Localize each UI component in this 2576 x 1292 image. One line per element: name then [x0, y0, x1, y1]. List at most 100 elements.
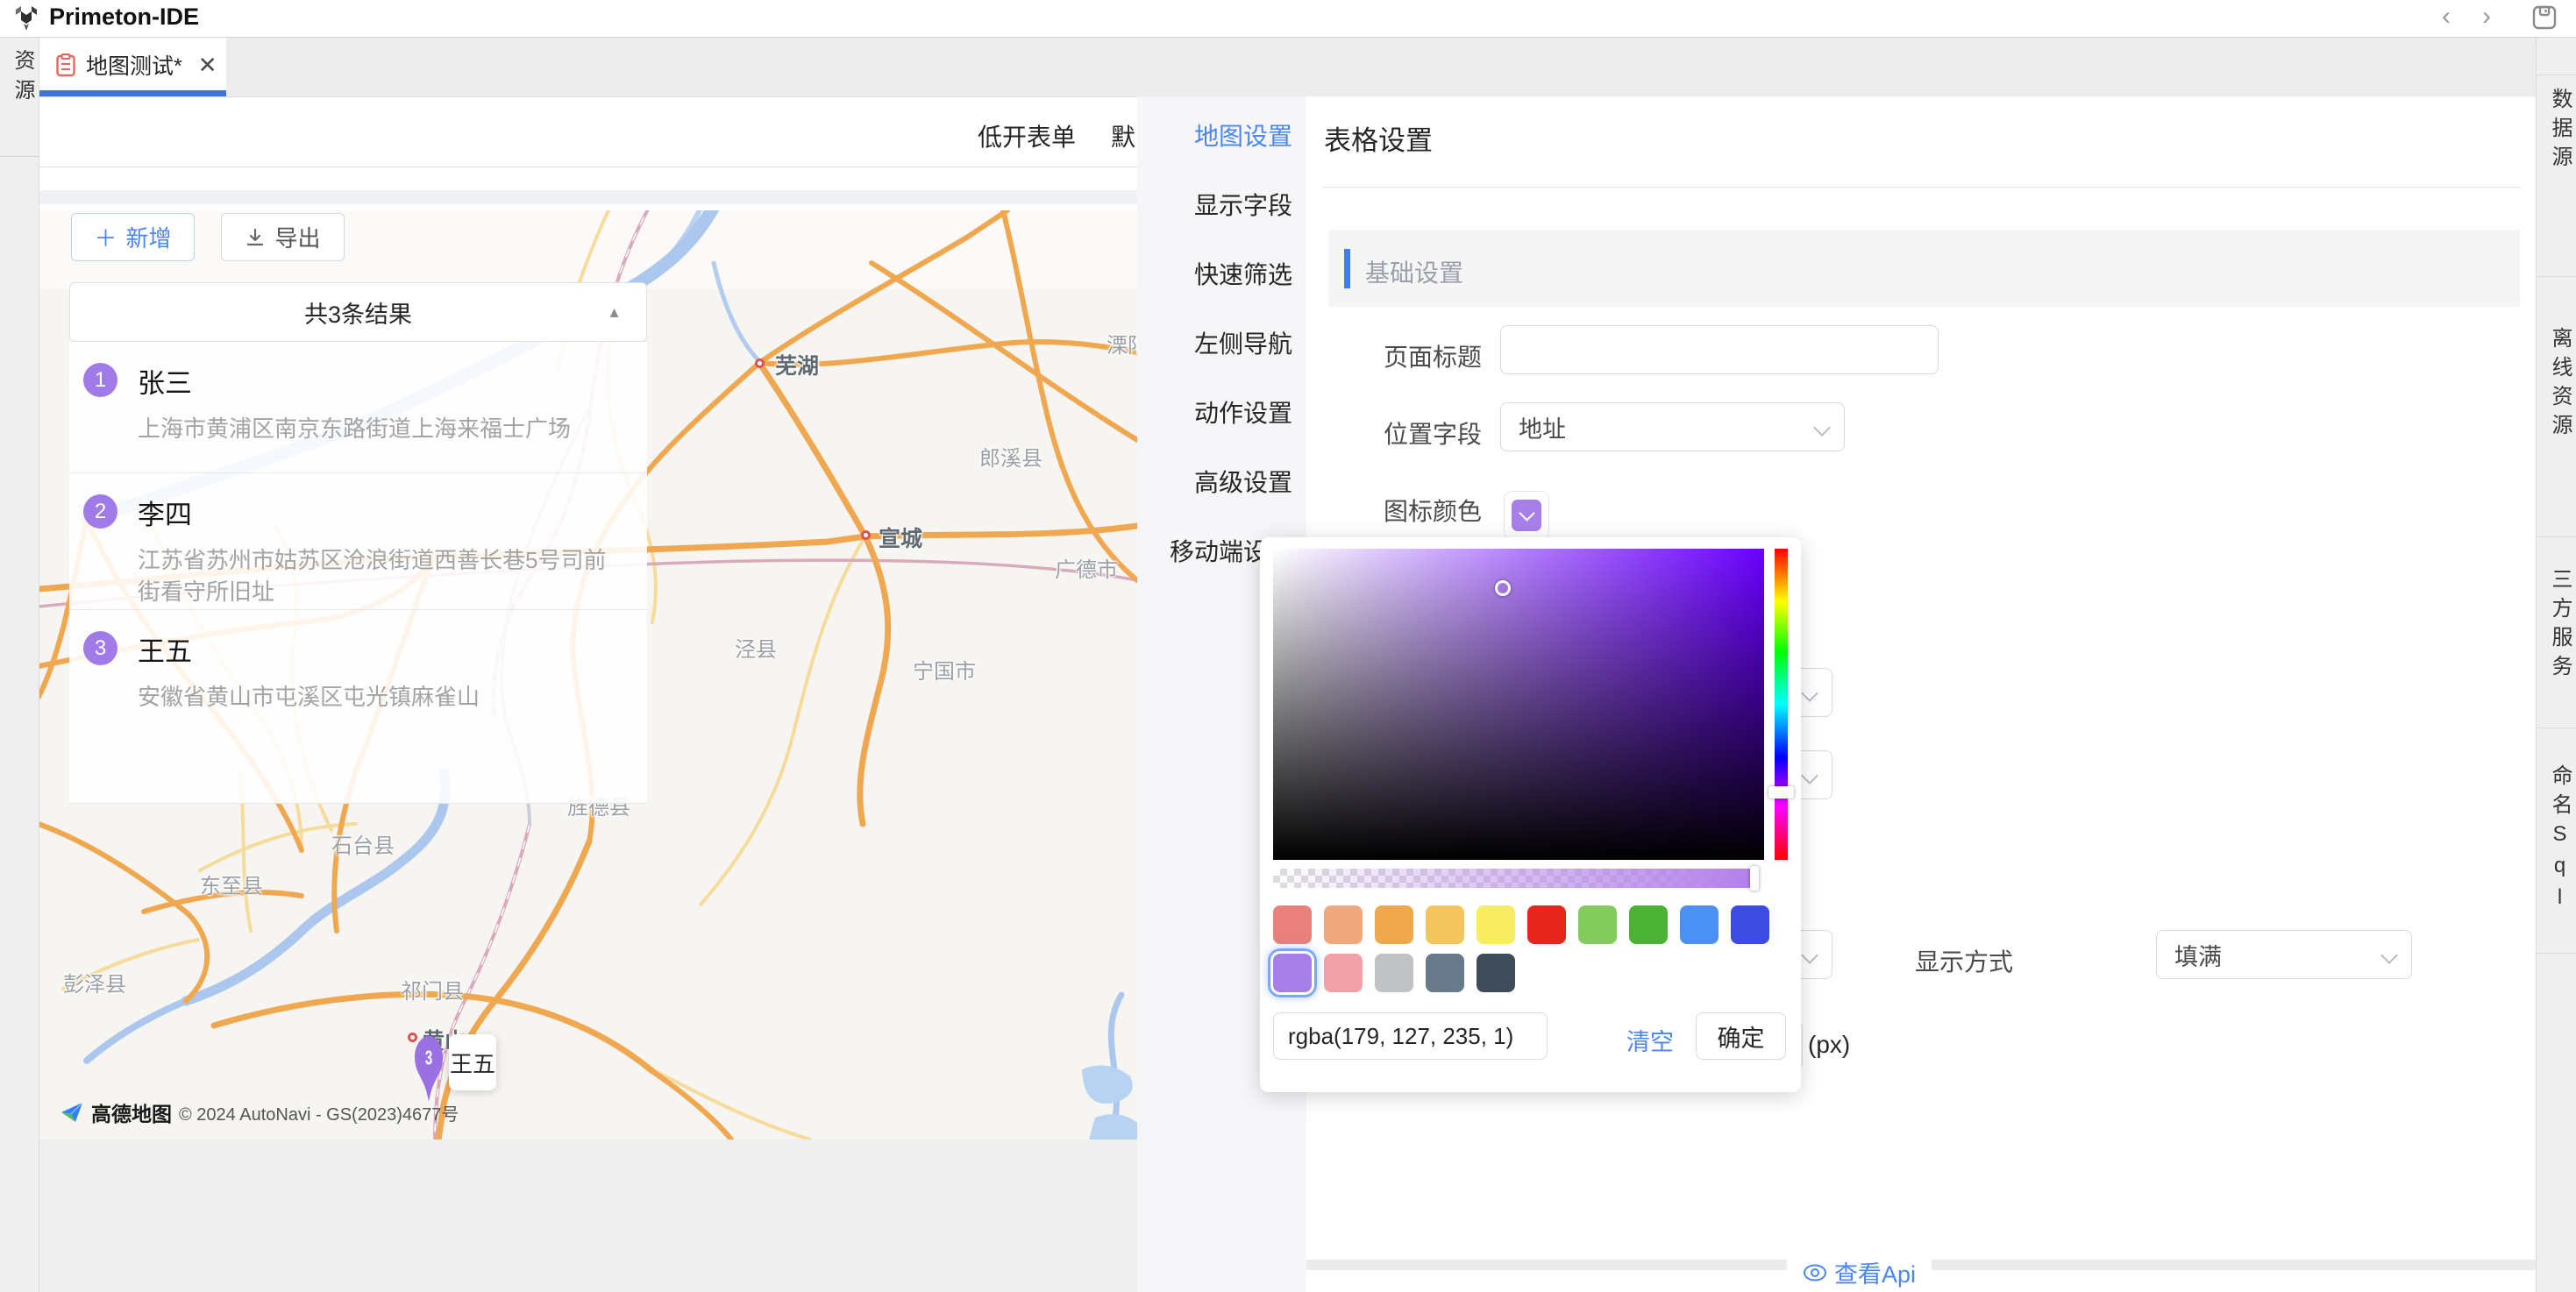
page-subheader-strip: [39, 190, 1137, 204]
map-marker-label[interactable]: 王五: [449, 1034, 496, 1090]
display-mode-select[interactable]: 填满: [2156, 930, 2412, 979]
preset-color-1-0[interactable]: [1273, 905, 1312, 944]
preset-color-1-4[interactable]: [1477, 905, 1515, 944]
right-sidebar-item-1[interactable]: 离线资源: [2544, 327, 2571, 515]
svg-text:3: 3: [425, 1048, 433, 1070]
saturation-panel[interactable]: [1273, 549, 1764, 860]
preset-color-1-7[interactable]: [1629, 905, 1668, 944]
settings-menu-item-5[interactable]: 高级设置: [1137, 443, 1306, 512]
collapse-caret-icon[interactable]: ▲: [607, 304, 622, 322]
chevron-down-icon: [1801, 767, 1818, 784]
form-tab-default[interactable]: 默: [1111, 118, 1135, 153]
nav-back-icon[interactable]: ‹: [2430, 2, 2462, 32]
item-index-badge: 2: [83, 494, 117, 529]
map-place-label-4: 广德市: [1055, 552, 1118, 583]
preset-color-2-0[interactable]: [1273, 954, 1312, 992]
settings-menu-item-1[interactable]: 显示字段: [1137, 166, 1306, 235]
map-place-label-9: 东至县: [200, 869, 263, 899]
preset-color-2-2[interactable]: [1375, 954, 1413, 992]
item-name: 张三: [138, 361, 626, 401]
result-list: 1张三上海市黄浦区南京东路街道上海来福士广场2李四江苏省苏州市姑苏区沧浪街道西善…: [69, 342, 647, 804]
right-sidebar-item-2[interactable]: 三方服务: [2544, 568, 2571, 743]
nav-forward-icon[interactable]: ›: [2471, 2, 2502, 32]
hue-slider[interactable]: [1775, 549, 1788, 860]
preset-color-2-1[interactable]: [1324, 954, 1363, 992]
map-place-label-1: 芜湖: [775, 349, 819, 380]
map-place-label-2: 郎溪县: [979, 441, 1042, 472]
map-editor-page: 低开表单 默: [39, 96, 1137, 1292]
item-address: 江苏省苏州市姑苏区沧浪街道西善长巷5号司前街看守所旧址: [138, 544, 626, 607]
export-button[interactable]: 导出: [221, 213, 345, 261]
list-item-李四[interactable]: 2李四江苏省苏州市姑苏区沧浪街道西善长巷5号司前街看守所旧址: [69, 473, 647, 610]
hue-slider-handle[interactable]: [1768, 786, 1794, 799]
document-icon: [56, 53, 75, 77]
clear-button[interactable]: 清空: [1626, 1023, 1674, 1057]
settings-menu-item-2[interactable]: 快速筛选: [1137, 235, 1306, 304]
save-icon[interactable]: [2530, 4, 2558, 32]
preset-color-2-4[interactable]: [1477, 954, 1515, 992]
map-brand: 高德地图: [91, 1097, 172, 1127]
list-item-张三[interactable]: 1张三上海市黄浦区南京东路街道上海来福士广场: [69, 342, 647, 473]
right-sidebar-divider: [2537, 536, 2576, 537]
item-name: 王五: [138, 629, 626, 669]
page-title-label: 页面标题: [1341, 338, 1482, 373]
location-field-select[interactable]: 地址: [1500, 402, 1845, 451]
map-marker-pin[interactable]: 3: [415, 1036, 443, 1103]
right-sidebar-item-3[interactable]: 命名Sql: [2544, 764, 2571, 953]
eye-icon: [1803, 1264, 1827, 1281]
alpha-slider[interactable]: [1273, 869, 1757, 888]
section-title: 基础设置: [1365, 254, 1463, 289]
tab-map-test[interactable]: 地图测试* ✕: [39, 37, 226, 93]
chevron-down-icon: [1519, 505, 1534, 521]
plus-icon: ＋: [94, 221, 117, 253]
right-sidebar: 数据源离线资源三方服务命名Sql: [2536, 37, 2576, 1292]
view-api-link[interactable]: 查看Api: [1787, 1252, 1932, 1292]
item-address: 安徽省黄山市屯溪区屯光镇麻雀山: [138, 681, 626, 713]
app-title: Primeton-IDE: [49, 4, 199, 31]
map-city-dot: [861, 530, 871, 540]
right-sidebar-item-0[interactable]: 数据源: [2544, 88, 2571, 237]
map-place-label-6: 宁国市: [913, 654, 976, 685]
preset-colors-row2: [1273, 954, 1515, 992]
saturation-cursor[interactable]: [1495, 580, 1511, 596]
page-title-input[interactable]: [1500, 325, 1939, 374]
form-tab-lowcode[interactable]: 低开表单: [978, 118, 1076, 153]
add-button[interactable]: ＋ 新增: [71, 213, 195, 261]
settings-menu-item-0[interactable]: 地图设置: [1137, 96, 1306, 166]
download-icon: [245, 227, 266, 248]
display-mode-label: 显示方式: [1908, 943, 2013, 978]
chevron-down-icon: [1813, 419, 1831, 437]
sidebar-item-resources[interactable]: 资源: [7, 49, 46, 109]
map-place-label-8: 石台县: [331, 828, 395, 859]
chevron-down-icon: [1801, 947, 1818, 964]
preset-color-1-9[interactable]: [1731, 905, 1769, 944]
map-place-label-10: 彭泽县: [63, 967, 126, 997]
preset-color-1-5[interactable]: [1527, 905, 1566, 944]
preset-color-1-3[interactable]: [1426, 905, 1464, 944]
tab-label: 地图测试*: [86, 49, 182, 81]
icon-color-button[interactable]: [1504, 491, 1549, 540]
map-attribution: 高德地图 © 2024 AutoNavi - GS(2023)4677号: [60, 1097, 459, 1127]
preset-color-1-2[interactable]: [1375, 905, 1413, 944]
panel-divider: [1322, 187, 2520, 188]
settings-menu-item-4[interactable]: 动作设置: [1137, 373, 1306, 443]
results-summary-bar[interactable]: 共3条结果 ▲: [69, 282, 647, 342]
primeton-ide-window: Primeton-IDE ‹ › 资源 地图测试* ✕ 低开表单 默: [0, 0, 2576, 1292]
section-header: 基础设置: [1328, 230, 2520, 307]
preset-color-1-6[interactable]: [1578, 905, 1617, 944]
map-place-label-5: 泾县: [735, 632, 777, 663]
preset-color-1-8[interactable]: [1680, 905, 1719, 944]
chevron-down-icon: [2380, 947, 2398, 964]
color-value-input[interactable]: [1273, 1012, 1548, 1060]
preset-color-1-1[interactable]: [1324, 905, 1363, 944]
amap-logo-icon: [60, 1100, 84, 1125]
map-place-label-0: 溧阳: [1107, 328, 1137, 358]
confirm-button[interactable]: 确定: [1696, 1012, 1786, 1060]
left-sidebar-divider: [0, 156, 39, 157]
list-item-王五[interactable]: 3王五安徽省黄山市屯溪区屯光镇麻雀山: [69, 610, 647, 804]
item-index-badge: 1: [83, 363, 117, 397]
alpha-slider-handle[interactable]: [1750, 866, 1759, 891]
preset-color-2-3[interactable]: [1426, 954, 1464, 992]
settings-menu-item-3[interactable]: 左侧导航: [1137, 304, 1306, 373]
tab-close-icon[interactable]: ✕: [198, 52, 217, 79]
